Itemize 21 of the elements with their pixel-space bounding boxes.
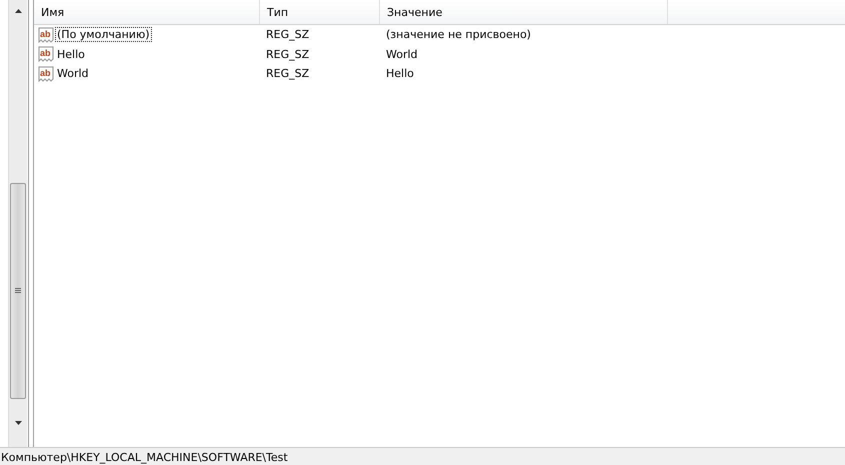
table-cell-text: REG_SZ <box>265 67 310 80</box>
value-name[interactable]: World <box>55 66 91 82</box>
scroll-down-icon[interactable] <box>14 421 22 425</box>
string-value-icon: ab <box>38 66 54 82</box>
value-name[interactable]: Hello <box>55 46 87 62</box>
column-header[interactable]: Имя <box>34 0 260 24</box>
scroll-up-icon[interactable] <box>14 9 22 13</box>
string-value-icon: ab <box>38 46 54 62</box>
table-cell-text: Hello <box>385 67 415 80</box>
status-bar: Компьютер\HKEY_LOCAL_MACHINE\SOFTWARE\Test <box>0 447 845 465</box>
table-cell-text: (значение не присвоено) <box>385 28 532 42</box>
value-name[interactable]: (По умолчанию) <box>55 27 152 42</box>
table-cell-text: REG_SZ <box>265 48 310 61</box>
vertical-scrollbar[interactable] <box>8 0 27 447</box>
column-header[interactable]: Тип <box>260 0 380 24</box>
scroll-thumb[interactable] <box>10 183 26 399</box>
column-header[interactable]: Значение <box>380 0 668 24</box>
string-value-icon: ab <box>38 26 54 43</box>
table-cell-text: World <box>385 48 419 61</box>
table-cell-text: REG_SZ <box>265 28 310 42</box>
grip-icon <box>15 288 21 294</box>
